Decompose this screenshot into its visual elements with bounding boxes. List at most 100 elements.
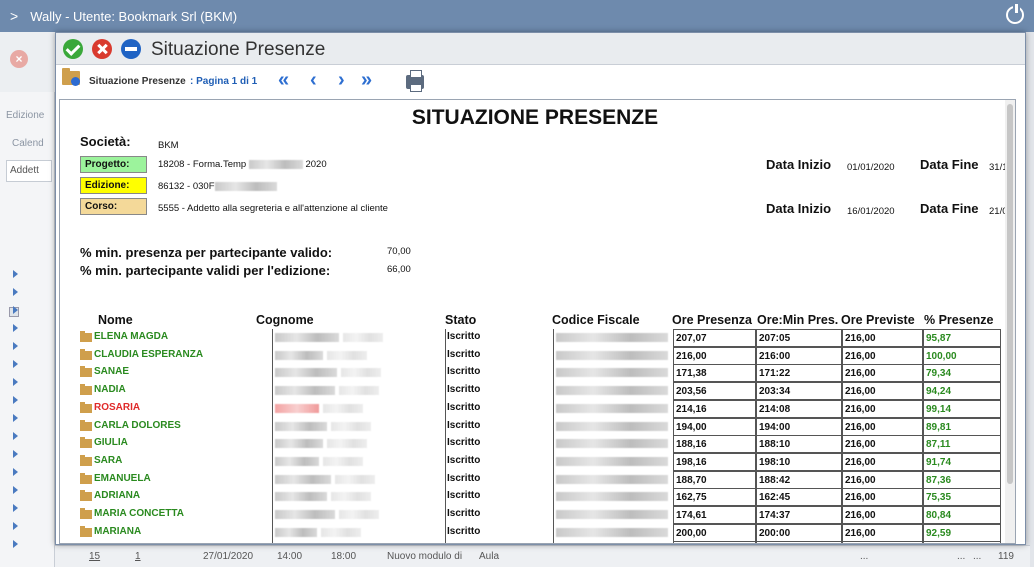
row-expand-arrow-icon[interactable] xyxy=(13,270,18,278)
table-row[interactable]: GIULIA Iscritto 188,16 188:10 216,00 87,11 xyxy=(80,435,1005,454)
edizione-value: 86132 - 030F xyxy=(158,181,277,192)
cell-nome: CLAUDIA ESPERANZA xyxy=(80,347,272,365)
folder-icon xyxy=(80,454,92,466)
minimize-icon[interactable] xyxy=(121,39,141,59)
cell-ore-previste: 216,00 xyxy=(842,523,923,542)
cell-ore-presenza: 216,00 xyxy=(673,346,756,365)
report-viewer[interactable]: SITUAZIONE PRESENZE Società: BKM Progett… xyxy=(59,99,1016,544)
corso-tag: Corso: xyxy=(80,198,147,215)
row-dots[interactable]: ... xyxy=(957,551,965,562)
cell-ore-previste: 216,00 xyxy=(842,346,923,365)
cell-stato: Iscritto xyxy=(445,382,553,401)
last-page-icon[interactable]: » xyxy=(361,70,372,90)
report-page: SITUAZIONE PRESENZE Società: BKM Progett… xyxy=(60,100,1015,543)
cell-nome: MARIA CONCETTA xyxy=(80,506,272,524)
calendar-label: Calend xyxy=(12,138,44,149)
row-dots[interactable]: ... xyxy=(860,551,868,562)
col-perc-presenze: % Presenze xyxy=(924,313,994,327)
first-page-icon[interactable]: « xyxy=(278,70,289,90)
row-expand-arrow-icon[interactable] xyxy=(13,468,18,476)
row-expand-arrow-icon[interactable] xyxy=(13,540,18,548)
cell-cognome xyxy=(272,541,445,543)
cell-cognome xyxy=(272,364,445,383)
row-expand-arrow-icon[interactable] xyxy=(13,450,18,458)
menu-chevron-icon[interactable]: > xyxy=(10,8,18,24)
cell-ore-presenza: 186,32 xyxy=(673,541,756,543)
row-expand-arrow-icon[interactable] xyxy=(13,522,18,530)
cell-cognome xyxy=(272,399,445,418)
close-icon[interactable]: × xyxy=(10,50,28,68)
table-row[interactable]: CARLA DOLORES Iscritto 194,00 194:00 216,00 8… xyxy=(80,417,1005,436)
row-expand-arrow-icon[interactable] xyxy=(13,342,18,350)
cancel-icon[interactable] xyxy=(92,39,112,59)
table-row[interactable]: NADIA Iscritto 203,56 203:34 216,00 94,24 xyxy=(80,382,1005,401)
row-col2[interactable]: 1 xyxy=(135,551,141,562)
table-row[interactable]: MARIA CONCETTA Iscritto 174,61 174:37 216,00… xyxy=(80,506,1005,524)
cell-nome: CARLA DOLORES xyxy=(80,418,272,436)
row-expand-arrow-icon[interactable] xyxy=(13,486,18,494)
folder-icon xyxy=(80,401,92,413)
table-row[interactable]: MARIANA Iscritto 200,00 200:00 216,00 92,59 xyxy=(80,523,1005,542)
row-aula[interactable]: Aula xyxy=(479,551,499,562)
cell-ore-previste: 216,00 xyxy=(842,329,923,347)
cell-stato: Iscritto xyxy=(445,523,553,542)
course-field[interactable]: Addett xyxy=(6,160,52,182)
table-row[interactable]: SARA Iscritto 198,16 198:10 216,00 91,74 xyxy=(80,452,1005,471)
page-indicator: : Pagina 1 di 1 xyxy=(190,76,258,87)
row-expand-arrow-icon[interactable] xyxy=(13,414,18,422)
power-icon[interactable] xyxy=(1006,4,1024,24)
cell-stato: Iscritto xyxy=(445,541,553,543)
corso-value: 5555 - Addetto alla segreteria e all'att… xyxy=(158,203,388,214)
row-expand-arrow-icon[interactable] xyxy=(13,432,18,440)
next-page-icon[interactable]: › xyxy=(338,70,345,90)
table-row[interactable]: ROSARIA Iscritto 214,16 214:08 216,00 99,14 xyxy=(80,399,1005,418)
row-expand-arrow-icon[interactable] xyxy=(13,288,18,296)
row-expand-arrow-icon[interactable] xyxy=(13,396,18,404)
table-row[interactable]: SILVIA Iscritto 186,32186:20216,0086,27 xyxy=(80,541,1005,543)
cell-ore-previste: 216,00 xyxy=(842,364,923,383)
cell-nome: NADIA xyxy=(80,382,272,400)
cell-ore-presenza: 188,70 xyxy=(673,470,756,489)
cell-nome: SANAE xyxy=(80,364,272,382)
corso-data-inizio: 16/01/2020 xyxy=(847,206,895,217)
row-expand-arrow-icon[interactable] xyxy=(13,324,18,332)
cell-ore-previste: 216,00 xyxy=(842,435,923,454)
cell-stato: Iscritto xyxy=(445,452,553,471)
row-number[interactable]: 15 xyxy=(89,551,100,562)
main-titlebar: > Wally - Utente: Bookmark Srl (BKM) xyxy=(0,0,1034,32)
cell-codice-fiscale xyxy=(553,506,673,524)
prev-page-icon[interactable]: ‹ xyxy=(310,70,317,90)
cell-ore-min: 198:10 xyxy=(756,452,842,471)
background-grid-row[interactable]: 15 1 27/01/2020 14:00 18:00 Nuovo modulo… xyxy=(55,545,1030,567)
table-row[interactable]: ADRIANA Iscritto 162,75 162:45 216,00 75,35 xyxy=(80,488,1005,507)
table-row[interactable]: ELENA MAGDA Iscritto 207,07 207:05 216,00 95,… xyxy=(80,329,1005,347)
report-toolbar-label: Situazione Presenze xyxy=(89,76,186,87)
cell-perc-presenze: 75,35 xyxy=(923,488,1001,507)
cell-codice-fiscale xyxy=(553,470,673,489)
row-dots[interactable]: ... xyxy=(973,551,981,562)
row-expand-arrow-icon[interactable] xyxy=(13,504,18,512)
row-expand-arrow-icon[interactable] xyxy=(13,360,18,368)
cell-perc-presenze: 79,34 xyxy=(923,364,1001,383)
table-row[interactable]: CLAUDIA ESPERANZA Iscritto 216,00 216:00 216… xyxy=(80,346,1005,365)
report-scrollbar[interactable] xyxy=(1005,100,1015,543)
folder-icon xyxy=(80,331,92,342)
row-expand-arrow-icon[interactable] xyxy=(13,306,18,314)
cell-perc-presenze: 91,74 xyxy=(923,452,1001,471)
table-row[interactable]: EMANUELA Iscritto 188,70 188:42 216,00 87,36 xyxy=(80,470,1005,489)
table-row[interactable]: SANAE Iscritto 171,38 171:22 216,00 79,34 xyxy=(80,364,1005,383)
row-expand-arrow-icon[interactable] xyxy=(13,378,18,386)
print-icon[interactable] xyxy=(406,70,424,92)
cell-ore-min: 188:10 xyxy=(756,435,842,454)
dialog-header: Situazione Presenze xyxy=(56,33,1025,65)
scrollbar-thumb[interactable] xyxy=(1007,104,1013,484)
cell-codice-fiscale xyxy=(553,523,673,542)
cell-ore-min: 174:37 xyxy=(756,506,842,524)
cell-codice-fiscale xyxy=(553,329,673,347)
confirm-icon[interactable] xyxy=(63,39,83,59)
cell-ore-presenza: 203,56 xyxy=(673,382,756,401)
row-time-start: 14:00 xyxy=(277,551,303,562)
cell-perc-presenze: 87,11 xyxy=(923,435,1001,454)
col-stato: Stato xyxy=(445,313,477,327)
row-module[interactable]: Nuovo modulo di xyxy=(387,551,462,562)
